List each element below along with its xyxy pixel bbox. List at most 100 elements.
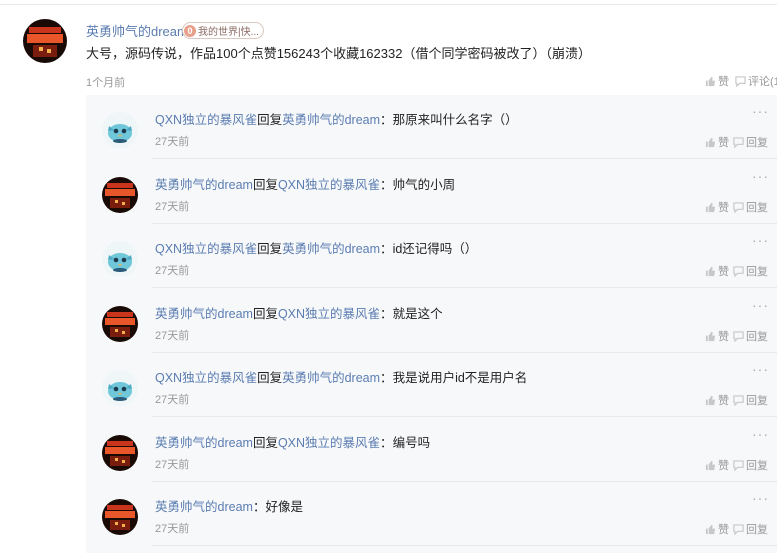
avatar[interactable] xyxy=(102,435,138,471)
reply-item: QXN独立的暴风雀回复英勇帅气的dream：id还记得吗（） 27天前 ··· … xyxy=(86,224,777,288)
reply-text: 帅气的小周 xyxy=(392,178,456,192)
reply-verb: 回复 xyxy=(252,307,278,321)
reply-label: 回复 xyxy=(746,202,768,214)
thumbs-up-icon xyxy=(705,76,716,87)
comment-label: 评论(17 xyxy=(748,76,777,88)
reply-line: 英勇帅气的dream：好像是 xyxy=(155,496,303,515)
reply-line: QXN独立的暴风雀回复英勇帅气的dream：id还记得吗（） xyxy=(155,238,477,257)
reply-button[interactable]: 回复 xyxy=(733,521,768,537)
reply-time: 27天前 xyxy=(155,523,190,535)
more-options-icon[interactable]: ··· xyxy=(752,104,769,118)
reply-verb: 回复 xyxy=(257,242,283,256)
reply-colon: ： xyxy=(380,113,393,127)
thumbs-up-icon xyxy=(705,524,716,535)
comment-icon xyxy=(733,459,744,471)
like-button[interactable]: 赞 xyxy=(705,134,729,150)
reply-author[interactable]: 英勇帅气的dream xyxy=(155,178,253,192)
comment-button[interactable]: 评论(17 xyxy=(735,73,777,89)
thumbs-up-icon xyxy=(705,395,716,406)
top-divider xyxy=(0,4,777,5)
divider xyxy=(152,416,777,417)
reply-author[interactable]: QXN独立的暴风雀 xyxy=(155,371,257,385)
avatar[interactable] xyxy=(102,112,138,148)
reply-label: 回复 xyxy=(746,460,768,472)
comment-text: 大号，源码传说，作品100个点赞156243个收藏162332（借个同学密码被改… xyxy=(86,46,591,61)
reply-item: 英勇帅气的dream回复QXN独立的暴风雀：帅气的小周 27天前 ··· 赞 回… xyxy=(86,160,777,224)
more-options-icon[interactable]: ··· xyxy=(752,169,769,183)
avatar[interactable] xyxy=(102,306,138,342)
reply-colon: ： xyxy=(380,242,393,256)
like-label: 赞 xyxy=(718,266,729,278)
more-options-icon[interactable]: ··· xyxy=(752,427,769,441)
reply-author[interactable]: QXN独立的暴风雀 xyxy=(155,113,257,127)
reply-target[interactable]: QXN独立的暴风雀 xyxy=(278,307,380,321)
more-options-icon[interactable]: ··· xyxy=(752,298,769,312)
reply-target[interactable]: 英勇帅气的dream xyxy=(282,242,380,256)
comment-icon xyxy=(733,394,744,406)
like-label: 赞 xyxy=(718,331,729,343)
reply-text: 我是说用户id不是用户名 xyxy=(392,371,528,385)
reply-target[interactable]: QXN独立的暴风雀 xyxy=(278,178,380,192)
avatar[interactable] xyxy=(102,499,138,535)
reply-author[interactable]: QXN独立的暴风雀 xyxy=(155,242,257,256)
like-button[interactable]: 赞 xyxy=(705,73,729,89)
reply-colon: ： xyxy=(380,371,393,385)
like-button[interactable]: 赞 xyxy=(705,521,729,537)
reply-target[interactable]: 英勇帅气的dream xyxy=(282,113,380,127)
medal-label: 我的世界|快... xyxy=(198,27,259,38)
reply-list: QXN独立的暴风雀回复英勇帅气的dream：那原来叫什么名字（） 27天前 ··… xyxy=(86,95,777,553)
like-label: 赞 xyxy=(718,202,729,214)
thumbs-up-icon xyxy=(705,331,716,342)
like-button[interactable]: 赞 xyxy=(705,457,729,473)
reply-text: 编号吗 xyxy=(392,436,431,450)
divider xyxy=(152,287,777,288)
avatar[interactable] xyxy=(102,177,138,213)
reply-colon: ： xyxy=(380,307,393,321)
more-options-icon[interactable]: ··· xyxy=(752,233,769,247)
like-label: 赞 xyxy=(718,76,729,88)
avatar[interactable] xyxy=(102,241,138,277)
more-options-icon[interactable]: ··· xyxy=(752,362,769,376)
thumbs-up-icon xyxy=(705,266,716,277)
like-button[interactable]: 赞 xyxy=(705,199,729,215)
reply-author[interactable]: 英勇帅气的dream xyxy=(155,436,253,450)
reply-button[interactable]: 回复 xyxy=(733,328,768,344)
reply-author[interactable]: 英勇帅气的dream xyxy=(155,500,253,514)
reply-verb: 回复 xyxy=(257,371,283,385)
like-button[interactable]: 赞 xyxy=(705,392,729,408)
more-options-icon[interactable]: ··· xyxy=(752,491,769,505)
comment-author[interactable]: 英勇帅气的dream xyxy=(86,21,188,40)
reply-target[interactable]: QXN独立的暴风雀 xyxy=(278,436,380,450)
thumbs-up-icon xyxy=(705,137,716,148)
reply-time: 27天前 xyxy=(155,136,190,148)
comment-icon xyxy=(733,330,744,342)
reply-button[interactable]: 回复 xyxy=(733,134,768,150)
comment-icon xyxy=(733,265,744,277)
reply-colon: ： xyxy=(380,178,393,192)
reply-label: 回复 xyxy=(746,266,768,278)
reply-text: 那原来叫什么名字（） xyxy=(392,113,518,127)
reply-button[interactable]: 回复 xyxy=(733,263,768,279)
reply-item: QXN独立的暴风雀回复 英勇帅气的dream：那原来叫什么名字（） 27天前 ··… xyxy=(86,95,777,159)
comment-icon xyxy=(733,523,744,535)
medal-badge[interactable]: 0 我的世界|快... xyxy=(182,22,264,39)
reply-button[interactable]: 回复 xyxy=(733,199,768,215)
like-label: 赞 xyxy=(718,395,729,407)
like-button[interactable]: 赞 xyxy=(705,328,729,344)
reply-time: 27天前 xyxy=(155,330,190,342)
reply-line: 英勇帅气的dream回复QXN独立的暴风雀：编号吗 xyxy=(155,432,430,451)
reply-button[interactable]: 回复 xyxy=(733,392,768,408)
reply-line: 英勇帅气的dream回复QXN独立的暴风雀：就是这个 xyxy=(155,303,443,322)
avatar[interactable] xyxy=(102,370,138,406)
reply-item: QXN独立的暴风雀回复英勇帅气的dream：我是说用户id不是用户名 27天前 … xyxy=(86,353,777,417)
comment-icon xyxy=(733,136,744,148)
reply-verb: 回复 xyxy=(252,178,278,192)
reply-label: 回复 xyxy=(746,524,768,536)
reply-button[interactable]: 回复 xyxy=(733,457,768,473)
reply-time: 27天前 xyxy=(155,459,190,471)
like-button[interactable]: 赞 xyxy=(705,263,729,279)
reply-target[interactable]: 英勇帅气的dream xyxy=(282,371,380,385)
thumbs-up-icon xyxy=(705,460,716,471)
reply-author[interactable]: 英勇帅气的dream xyxy=(155,307,253,321)
avatar[interactable] xyxy=(23,19,67,63)
